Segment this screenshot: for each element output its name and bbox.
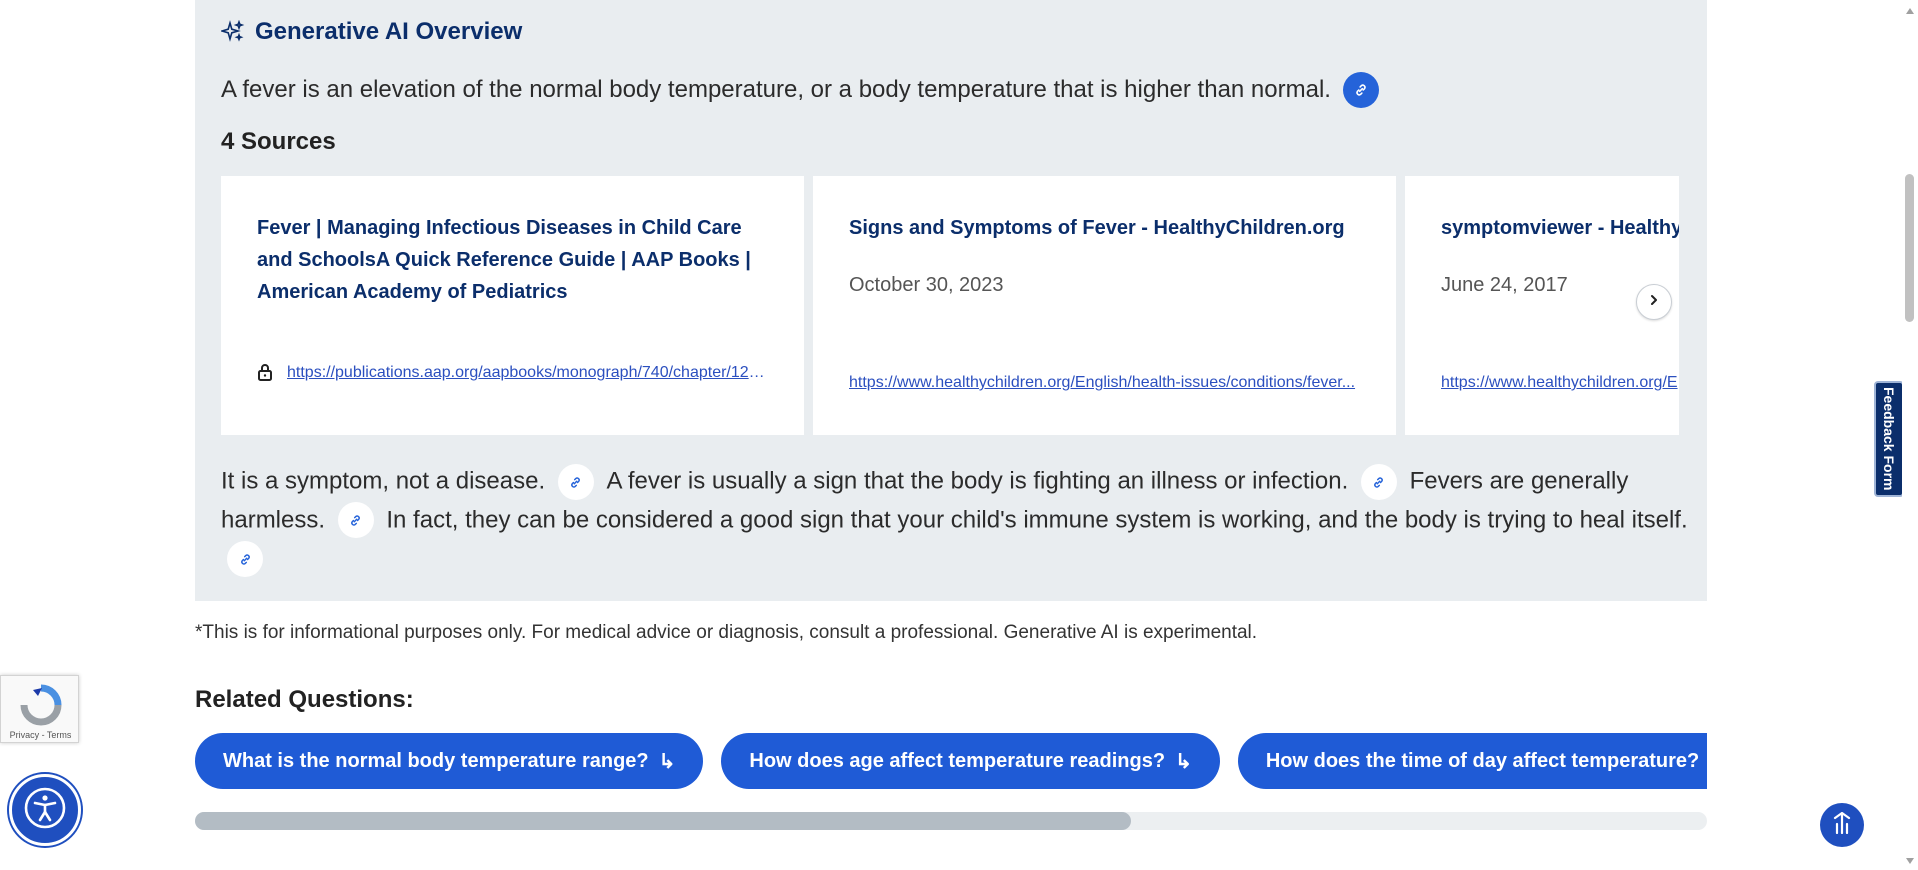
- scroll-to-top-button[interactable]: [1820, 803, 1864, 847]
- overview-sentence: It is a symptom, not a disease.: [221, 467, 546, 495]
- source-card-title[interactable]: Fever | Managing Infectious Diseases in …: [257, 212, 777, 308]
- link-icon: [569, 463, 582, 501]
- source-card[interactable]: Signs and Symptoms of Fever - HealthyChi…: [813, 176, 1396, 435]
- accessibility-button[interactable]: [9, 774, 81, 846]
- overview-lead: A fever is an elevation of the normal bo…: [221, 72, 1379, 108]
- overview-title: Generative AI Overview: [221, 18, 522, 46]
- citation-link-button[interactable]: [1342, 72, 1379, 108]
- citation-link-button[interactable]: [337, 501, 374, 539]
- related-question-label: How does age affect temperature readings…: [749, 749, 1166, 772]
- return-arrow-icon: ↳: [658, 750, 676, 773]
- ai-overview-panel: Generative AI Overview A fever is an ele…: [195, 0, 1707, 601]
- source-card[interactable]: Fever | Managing Infectious Diseases in …: [221, 176, 804, 435]
- sources-carousel: Fever | Managing Infectious Diseases in …: [221, 176, 1679, 435]
- related-questions-carousel: What is the normal body temperature rang…: [195, 733, 1707, 791]
- overview-sentence: In fact, they can be considered a good s…: [386, 506, 1688, 534]
- related-question-label: What is the normal body temperature rang…: [223, 749, 649, 772]
- citation-link-button[interactable]: [227, 540, 263, 578]
- citation-link-button[interactable]: [1360, 463, 1397, 501]
- related-question-button[interactable]: What is the normal body temperature rang…: [195, 733, 704, 789]
- source-card-title[interactable]: Signs and Symptoms of Fever - HealthyChi…: [849, 212, 1369, 244]
- sparkle-icon: [221, 20, 245, 44]
- scroll-down-arrow-icon[interactable]: [1905, 852, 1915, 870]
- horizontal-scrollbar-thumb[interactable]: [195, 812, 1131, 830]
- source-card-date: October 30, 2023: [849, 274, 1004, 296]
- accessibility-icon: [23, 786, 67, 835]
- scroll-up-arrow-icon[interactable]: [1905, 2, 1915, 20]
- source-card-date: June 24, 2017: [1441, 274, 1568, 296]
- link-icon: [349, 501, 362, 539]
- link-icon: [1354, 76, 1368, 104]
- lock-icon: [257, 362, 273, 387]
- source-card-url[interactable]: https://www.healthychildren.org/English/…: [849, 374, 1359, 392]
- overview-body: It is a symptom, not a disease. A fever …: [221, 462, 1691, 577]
- recaptcha-privacy-terms[interactable]: Privacy - Terms: [1, 730, 80, 740]
- source-card-url[interactable]: https://www.healthychildren.org/E: [1441, 374, 1679, 392]
- return-arrow-icon: ↳: [1175, 750, 1192, 773]
- horizontal-scrollbar[interactable]: [195, 812, 1707, 830]
- overview-title-text: Generative AI Overview: [255, 18, 523, 45]
- sources-heading: 4 Sources: [221, 128, 336, 155]
- feedback-form-label: Feedback Form: [1881, 387, 1897, 491]
- link-icon: [1372, 463, 1385, 501]
- feedback-form-tab[interactable]: Feedback Form: [1874, 381, 1904, 497]
- related-questions-heading: Related Questions:: [195, 686, 414, 713]
- related-question-button[interactable]: How does the time of day affect temperat…: [1237, 733, 1707, 789]
- link-icon: [239, 540, 252, 578]
- vertical-scrollbar-thumb[interactable]: [1905, 174, 1914, 322]
- scroll-to-top-icon: [1831, 811, 1853, 839]
- overview-lead-text: A fever is an elevation of the normal bo…: [221, 76, 1331, 103]
- source-card-url[interactable]: https://publications.aap.org/aapbooks/mo…: [287, 364, 767, 382]
- disclaimer-text: *This is for informational purposes only…: [195, 622, 1258, 643]
- citation-link-button[interactable]: [557, 463, 594, 501]
- related-question-button[interactable]: How does age affect temperature readings…: [721, 733, 1220, 789]
- carousel-next-button[interactable]: [1636, 284, 1672, 320]
- overview-sentence: A fever is usually a sign that the body …: [606, 467, 1349, 495]
- vertical-scrollbar[interactable]: [1902, 0, 1918, 866]
- chevron-right-icon: [1648, 293, 1660, 311]
- source-card-title[interactable]: symptomviewer - HealthyC: [1441, 212, 1679, 244]
- recaptcha-badge[interactable]: Privacy - Terms: [0, 675, 79, 743]
- related-question-label: How does the time of day affect temperat…: [1265, 749, 1700, 772]
